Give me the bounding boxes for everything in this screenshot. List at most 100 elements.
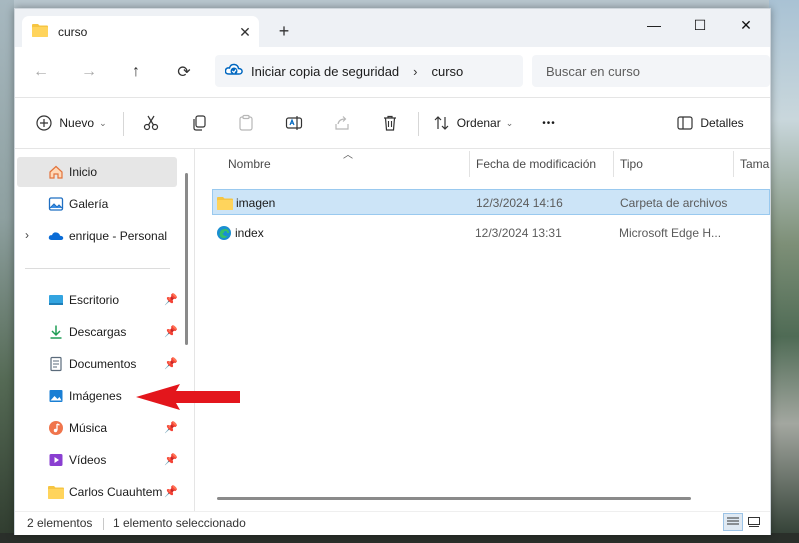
share-button[interactable] [328, 110, 356, 136]
new-button[interactable]: Nuevo ⌄ [33, 110, 109, 136]
toolbar-divider [418, 112, 419, 136]
list-view-icon [727, 517, 739, 525]
table-row[interactable]: index 12/3/2024 13:31 Microsoft Edge H..… [212, 220, 770, 246]
column-header-date[interactable]: Fecha de modificación [476, 149, 596, 179]
toolbar-divider [123, 112, 124, 136]
rename-icon [285, 116, 303, 130]
gallery-icon [48, 197, 64, 211]
column-header-name[interactable]: Nombre [228, 149, 271, 179]
new-tab-button[interactable]: + [272, 19, 296, 43]
chevron-right-icon[interactable]: › [25, 228, 29, 242]
sidebar-item-galeria[interactable]: Galería [15, 189, 177, 219]
breadcrumb-backup[interactable]: Iniciar copia de seguridad [251, 64, 399, 79]
cut-button[interactable] [137, 110, 165, 136]
sidebar-divider [25, 268, 170, 269]
red-arrow-annotation [136, 384, 240, 410]
download-icon [50, 325, 62, 339]
address-bar[interactable]: Iniciar copia de seguridad › curso [215, 55, 523, 87]
edge-icon [217, 226, 231, 240]
selection-count: 1 elemento seleccionado [113, 516, 246, 530]
sidebar-item-label: Galería [69, 197, 109, 211]
file-name: index [235, 226, 264, 240]
refresh-button[interactable]: ⟳ [170, 59, 198, 85]
sidebar-item-label: Escritorio [69, 293, 120, 307]
table-row[interactable]: imagen 12/3/2024 14:16 Carpeta de archiv… [212, 189, 770, 215]
details-view-button[interactable] [723, 513, 743, 531]
tab-title: curso [58, 24, 88, 39]
sidebar-item-label: Imágenes [69, 389, 122, 403]
pictures-icon [49, 390, 63, 402]
tab-curso[interactable]: curso ✕ [22, 16, 259, 47]
documents-icon [50, 356, 62, 372]
column-header-type[interactable]: Tipo [620, 149, 643, 179]
file-list: ︿ Nombre Fecha de modificación Tipo Tama… [195, 149, 770, 511]
share-icon [335, 116, 349, 130]
details-pane-icon [677, 116, 693, 130]
folder-icon [217, 197, 233, 210]
sidebar-item-escritorio[interactable]: Escritorio 📌 [15, 285, 178, 315]
file-type: Carpeta de archivos [620, 196, 728, 210]
details-button[interactable]: Detalles [673, 110, 747, 136]
sidebar-scrollbar[interactable] [185, 173, 188, 345]
forward-button[interactable]: → [75, 59, 103, 85]
sort-button[interactable]: Ordenar ⌄ [431, 110, 515, 136]
backup-cloud-icon [224, 62, 243, 81]
horizontal-scrollbar[interactable] [217, 497, 691, 500]
sidebar-item-label: Descargas [69, 325, 127, 339]
sidebar-item-label: Carlos Cuauhtem [69, 485, 163, 499]
file-type: Microsoft Edge H... [619, 226, 722, 240]
rename-button[interactable] [280, 110, 308, 136]
tiles-view-button[interactable] [744, 513, 764, 531]
videos-icon [49, 454, 63, 466]
paste-icon [239, 114, 253, 131]
item-count: 2 elementos [27, 516, 93, 530]
sidebar-item-documentos[interactable]: Documentos 📌 [15, 349, 178, 379]
sidebar-item-inicio[interactable]: Inicio [17, 157, 177, 187]
file-name: imagen [236, 196, 276, 210]
copy-button[interactable] [185, 110, 213, 136]
search-box[interactable]: Buscar en curso [532, 55, 770, 87]
paste-button[interactable] [232, 110, 260, 136]
delete-button[interactable] [376, 110, 404, 136]
back-button[interactable]: ← [27, 59, 55, 85]
sidebar-item-carlos-cuauhtem[interactable]: Carlos Cuauhtem 📌 [15, 477, 178, 507]
pin-icon: 📌 [164, 294, 178, 306]
column-header-size[interactable]: Tama [740, 149, 769, 179]
up-button[interactable]: ↑ [122, 59, 150, 85]
column-divider[interactable] [469, 151, 470, 177]
file-date: 12/3/2024 14:16 [476, 196, 563, 210]
sidebar-item-label: Vídeos [69, 453, 107, 467]
status-bar: 2 elementos 1 elemento seleccionado [15, 511, 770, 535]
more-options-button[interactable]: ••• [535, 110, 563, 136]
status-divider [103, 518, 104, 530]
home-icon [49, 165, 63, 179]
thumbnail-view-icon [748, 517, 760, 527]
music-icon [49, 421, 63, 435]
pin-icon: 📌 [164, 326, 178, 338]
close-tab-icon[interactable]: ✕ [235, 22, 255, 42]
search-input[interactable]: Buscar en curso [546, 64, 640, 79]
column-divider[interactable] [613, 151, 614, 177]
onedrive-icon [48, 232, 64, 240]
file-date: 12/3/2024 13:31 [475, 226, 562, 240]
minimize-button[interactable]: — [631, 11, 677, 39]
column-divider[interactable] [733, 151, 734, 177]
sidebar-item-label: Inicio [69, 165, 98, 179]
sidebar-item-videos[interactable]: Vídeos 📌 [15, 445, 178, 475]
desktop-icon [49, 295, 63, 305]
sidebar-item-label: Documentos [69, 357, 137, 371]
sidebar-item-onedrive[interactable]: › enrique - Personal [15, 221, 177, 251]
maximize-button[interactable]: ☐ [677, 11, 723, 39]
breadcrumb-curso[interactable]: curso [432, 64, 464, 79]
file-explorer-window: curso ✕ + — ☐ ✕ ← → ↑ ⟳ Iniciar copia de… [14, 8, 771, 535]
new-label: Nuevo [59, 116, 95, 130]
plus-circle-icon [36, 115, 52, 131]
sidebar-item-descargas[interactable]: Descargas 📌 [15, 317, 178, 347]
close-window-button[interactable]: ✕ [723, 11, 769, 39]
sort-label: Ordenar [456, 116, 501, 130]
sidebar-item-musica[interactable]: Música 📌 [15, 413, 178, 443]
pin-icon: 📌 [164, 358, 178, 370]
details-label: Detalles [700, 116, 744, 130]
chevron-right-icon[interactable]: › [413, 64, 417, 79]
sort-ascending-icon: ︿ [343, 150, 353, 161]
